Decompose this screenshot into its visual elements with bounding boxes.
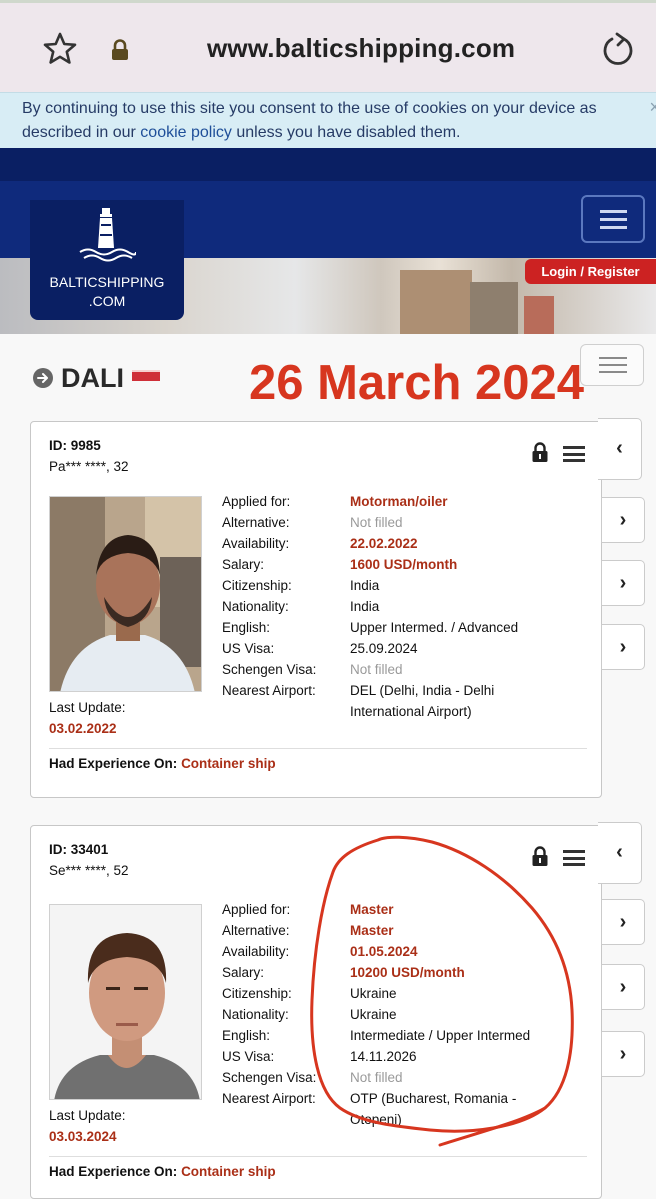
schengen-visa-value: Not filled bbox=[350, 1070, 403, 1085]
next-button[interactable]: › bbox=[601, 964, 645, 1010]
nearest-airport-value: DEL (Delhi, India - Delhi bbox=[350, 683, 495, 698]
cookie-close-button[interactable]: × bbox=[649, 97, 656, 118]
experience-value: Container ship bbox=[181, 1164, 276, 1179]
us-visa-value: 25.09.2024 bbox=[350, 641, 418, 656]
field-values: Motorman/oiler Not filled 22.02.2022 160… bbox=[350, 491, 590, 722]
experience-value: Container ship bbox=[181, 756, 276, 771]
overlay-date-text: 26 March 2024 bbox=[249, 356, 585, 410]
flag-icon bbox=[132, 370, 160, 381]
hero-building-shape bbox=[524, 296, 554, 334]
citizenship-value: India bbox=[350, 578, 380, 593]
menu-bar-icon bbox=[600, 226, 627, 229]
crew-id: ID: 33401 bbox=[49, 842, 109, 857]
lighthouse-icon bbox=[79, 208, 136, 262]
cookie-message: By continuing to use this site you conse… bbox=[22, 100, 597, 141]
crew-name: Pa*** ****, 32 bbox=[49, 459, 129, 474]
logo-text: BALTICSHIPPING .COM bbox=[49, 274, 165, 309]
citizenship-value: Ukraine bbox=[350, 986, 397, 1001]
field-values: Master Master 01.05.2024 10200 USD/month… bbox=[350, 899, 590, 1130]
hero-building-shape bbox=[400, 270, 472, 334]
crew-card: ID: 33401 Se*** ****, 52 Applied for: Al… bbox=[30, 825, 602, 1199]
us-visa-value: 14.11.2026 bbox=[350, 1049, 417, 1064]
availability-value: 22.02.2022 bbox=[350, 536, 418, 551]
login-link[interactable]: Login bbox=[541, 264, 576, 279]
crew-id: ID: 9985 bbox=[49, 438, 101, 453]
divider bbox=[49, 748, 587, 749]
hamburger-menu-button[interactable] bbox=[581, 195, 645, 243]
reload-icon[interactable] bbox=[600, 31, 636, 67]
next-button[interactable]: › bbox=[601, 560, 645, 606]
hero-building-shape bbox=[470, 282, 518, 334]
login-register-bar: Login / Register bbox=[525, 259, 656, 284]
english-value: Intermediate / Upper Intermed bbox=[350, 1028, 531, 1043]
crew-photo bbox=[49, 904, 202, 1100]
last-update-date: 03.02.2022 bbox=[49, 721, 117, 736]
bookmark-star-icon[interactable] bbox=[42, 31, 78, 67]
collapse-tab-button[interactable]: ‹ bbox=[598, 418, 642, 480]
next-button[interactable]: › bbox=[601, 497, 645, 543]
alternative-value: Not filled bbox=[350, 515, 403, 530]
site-logo[interactable]: BALTICSHIPPING .COM bbox=[30, 200, 184, 320]
vessel-name: DALI bbox=[61, 363, 124, 393]
availability-value: 01.05.2024 bbox=[350, 944, 418, 959]
experience-line: Had Experience On: Container ship bbox=[49, 756, 276, 771]
nearest-airport-value-cont: International Airport) bbox=[350, 704, 472, 719]
secure-lock-icon bbox=[112, 39, 128, 60]
browser-address-bar: www.balticshipping.com bbox=[0, 0, 656, 92]
salary-value: 10200 USD/month bbox=[350, 965, 465, 980]
cookie-banner: By continuing to use this site you conse… bbox=[0, 92, 656, 148]
last-update-label: Last Update: bbox=[49, 700, 126, 715]
nearest-airport-value-cont: Otopeni) bbox=[350, 1112, 402, 1127]
menu-bar-icon bbox=[599, 371, 627, 373]
applied-for-value: Master bbox=[350, 902, 394, 917]
experience-line: Had Experience On: Container ship bbox=[49, 1164, 276, 1179]
crew-name: Se*** ****, 52 bbox=[49, 863, 129, 878]
next-button[interactable]: › bbox=[601, 899, 645, 945]
menu-bar-icon bbox=[600, 210, 627, 213]
salary-value: 1600 USD/month bbox=[350, 557, 458, 572]
menu-bar-icon bbox=[599, 364, 627, 366]
card-menu-icon[interactable] bbox=[563, 446, 585, 462]
menu-bar-icon bbox=[600, 218, 627, 221]
nearest-airport-value: OTP (Bucharest, Romania - bbox=[350, 1091, 517, 1106]
crew-photo bbox=[49, 496, 202, 692]
nationality-value: India bbox=[350, 599, 380, 614]
register-link[interactable]: Register bbox=[588, 264, 640, 279]
last-update-date: 03.03.2024 bbox=[49, 1129, 117, 1144]
main-content: DALI 26 March 2024 ID: 9985 Pa*** ****, … bbox=[0, 334, 656, 1199]
field-labels: Applied for: Alternative: Availability: … bbox=[222, 902, 317, 1106]
next-button[interactable]: › bbox=[601, 624, 645, 670]
card-menu-icon[interactable] bbox=[563, 850, 585, 866]
menu-bar-icon bbox=[599, 357, 627, 359]
next-button[interactable]: › bbox=[601, 1031, 645, 1077]
alternative-value: Master bbox=[350, 923, 394, 938]
field-labels: Applied for: Alternative: Availability: … bbox=[222, 494, 317, 698]
cookie-policy-link[interactable]: cookie policy bbox=[140, 124, 232, 141]
collapse-tab-button[interactable]: ‹ bbox=[598, 822, 642, 884]
english-value: Upper Intermed. / Advanced bbox=[350, 620, 519, 635]
divider bbox=[49, 1156, 587, 1157]
list-menu-button[interactable] bbox=[580, 344, 644, 386]
lock-icon[interactable] bbox=[531, 846, 549, 867]
nationality-value: Ukraine bbox=[350, 1007, 397, 1022]
lock-icon[interactable] bbox=[531, 442, 549, 463]
schengen-visa-value: Not filled bbox=[350, 662, 403, 677]
last-update-label: Last Update: bbox=[49, 1108, 126, 1123]
url-field[interactable]: www.balticshipping.com bbox=[207, 33, 515, 64]
arrow-right-circle-icon[interactable] bbox=[32, 367, 54, 389]
applied-for-value: Motorman/oiler bbox=[350, 494, 448, 509]
crew-card: ID: 9985 Pa*** ****, 32 Applied for: Alt… bbox=[30, 421, 602, 798]
